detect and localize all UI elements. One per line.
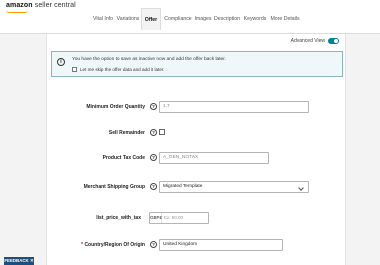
tab-variations[interactable]: Variations bbox=[116, 8, 140, 30]
logo-product: seller central bbox=[34, 2, 76, 9]
tab-keywords[interactable]: Keywords bbox=[242, 8, 268, 30]
info-icon: i bbox=[57, 58, 65, 66]
product-tax-code-row: Product Tax Code ? A_GEN_NOTAX bbox=[47, 152, 347, 175]
shipping-group-select[interactable]: Migrated Template bbox=[159, 181, 309, 193]
list-price-input[interactable]: Ex: 50.00 bbox=[164, 213, 183, 223]
tab-more-details[interactable]: More Details bbox=[269, 8, 301, 30]
country-origin-label: * Country/Region Of Origin bbox=[81, 242, 145, 248]
amazon-seller-central-logo[interactable]: amazon seller central bbox=[6, 2, 76, 9]
sell-remainder-row: Sell Remainder ? bbox=[47, 129, 347, 150]
amazon-smile-icon bbox=[6, 10, 28, 13]
list-price-field[interactable]: GBP£ Ex: 50.00 bbox=[149, 212, 209, 224]
feedback-button[interactable]: FEEDBACK ✕ bbox=[4, 257, 34, 265]
tab-vital-info[interactable]: Vital Info bbox=[92, 8, 114, 30]
advanced-view-label: Advanced View bbox=[290, 38, 325, 44]
currency-label: GBP£ bbox=[150, 213, 162, 223]
list-price-label: list_price_with_tax bbox=[96, 215, 141, 221]
shipping-group-label: Merchant Shipping Group bbox=[83, 184, 145, 190]
product-tax-code-label: Product Tax Code bbox=[102, 155, 145, 161]
tab-compliance[interactable]: Compliance bbox=[163, 8, 193, 30]
skip-offer-label: Let me skip the offer data and add it la… bbox=[80, 67, 165, 72]
feedback-label: FEEDBACK bbox=[4, 258, 29, 263]
tab-images[interactable]: Images bbox=[194, 8, 212, 30]
offer-form-panel: Advanced View i You have the option to s… bbox=[46, 34, 346, 265]
country-origin-label-text: Country/Region Of Origin bbox=[84, 242, 145, 248]
skip-offer-option: Let me skip the offer data and add it la… bbox=[72, 67, 164, 72]
shipping-group-row: Merchant Shipping Group ? Migrated Templ… bbox=[47, 181, 347, 204]
logo-brand: amazon bbox=[6, 2, 33, 9]
skip-offer-checkbox[interactable] bbox=[72, 67, 77, 72]
list-price-row: list_price_with_tax GBP£ Ex: 50.00 bbox=[47, 212, 347, 235]
advanced-view-toggle[interactable] bbox=[328, 38, 339, 44]
min-order-qty-input[interactable]: 1,7 bbox=[159, 101, 309, 113]
required-marker: * bbox=[81, 242, 84, 248]
tab-offer[interactable]: Offer bbox=[141, 8, 161, 30]
top-navigation-bar: amazon seller central Vital Info Variati… bbox=[0, 0, 380, 34]
help-icon[interactable]: ? bbox=[150, 154, 157, 161]
help-icon[interactable]: ? bbox=[150, 103, 157, 110]
sell-remainder-label: Sell Remainder bbox=[108, 130, 145, 136]
country-origin-row: * Country/Region Of Origin ? United King… bbox=[47, 239, 347, 262]
help-icon[interactable]: ? bbox=[150, 183, 157, 190]
product-tax-code-input[interactable]: A_GEN_NOTAX bbox=[159, 152, 269, 164]
notice-text: You have the option to save as inactive … bbox=[72, 57, 226, 62]
min-order-qty-label: Minimum Order Quantity bbox=[86, 104, 145, 110]
advanced-view-control: Advanced View bbox=[291, 38, 339, 44]
help-icon[interactable]: ? bbox=[150, 129, 157, 136]
tab-description[interactable]: Description bbox=[213, 8, 241, 30]
inactive-notice: i You have the option to save as inactiv… bbox=[51, 51, 343, 77]
country-origin-input[interactable]: United Kingdom bbox=[159, 239, 283, 251]
close-icon[interactable]: ✕ bbox=[30, 258, 34, 263]
min-order-qty-row: Minimum Order Quantity ? 1,7 bbox=[47, 101, 347, 124]
sell-remainder-checkbox[interactable] bbox=[159, 129, 165, 135]
help-icon[interactable]: ? bbox=[150, 241, 157, 248]
